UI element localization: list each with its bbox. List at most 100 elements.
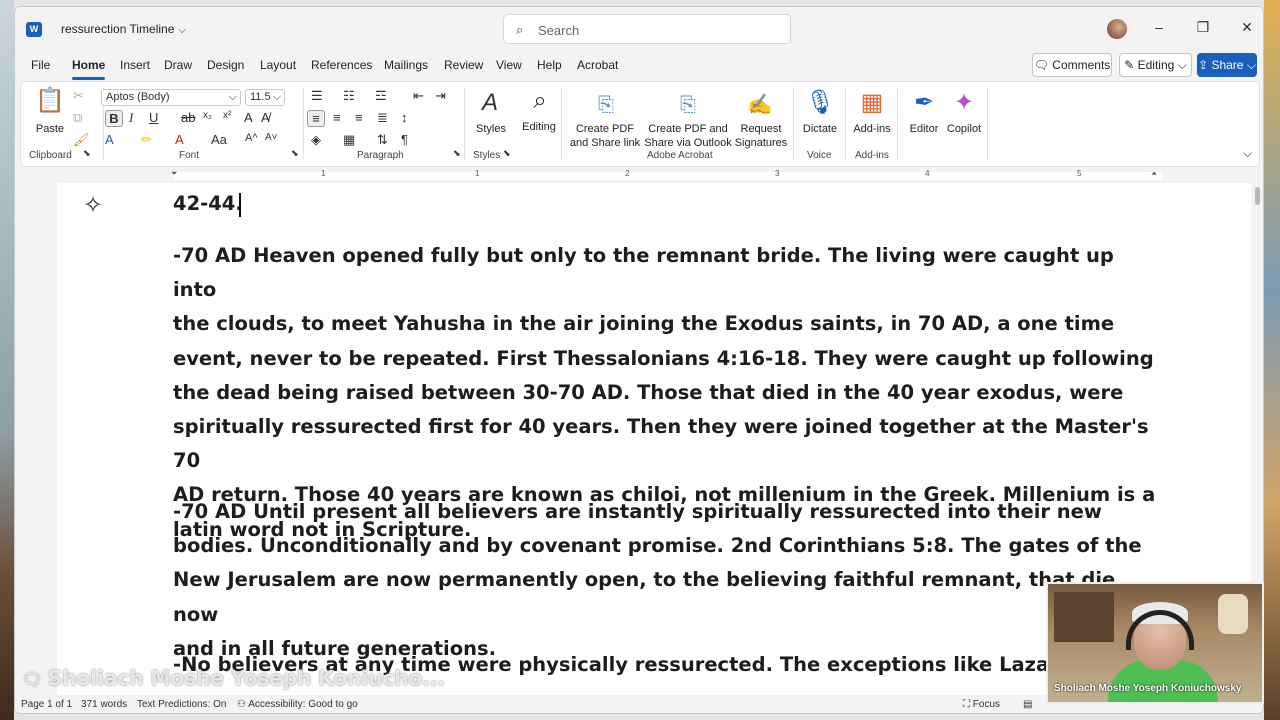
bold-icon[interactable]: B (105, 110, 123, 127)
font-size-select[interactable]: 11.5 ⌵ (245, 89, 285, 106)
sort-icon[interactable]: ⇅ (377, 132, 388, 148)
editing-button[interactable]: Editing (515, 120, 563, 134)
tab-insert[interactable]: Insert (120, 58, 150, 72)
decrease-indent-icon[interactable]: ⇤ (413, 88, 424, 104)
strikethrough-icon[interactable]: ab (181, 110, 195, 125)
create-pdf-outlook-button[interactable]: Create PDF and Share via Outlook (641, 122, 735, 150)
cut-icon[interactable]: ✂ (73, 88, 84, 104)
tab-design[interactable]: Design (207, 58, 244, 72)
designer-sparkle-icon[interactable]: ✧ (83, 191, 103, 220)
italic-icon[interactable]: I (129, 110, 133, 126)
tab-layout[interactable]: Layout (260, 58, 296, 72)
editor-button[interactable]: Editor (903, 122, 945, 136)
change-case-icon[interactable]: Aa (211, 132, 227, 147)
increase-indent-icon[interactable]: ⇥ (435, 88, 446, 104)
grow-font-icon[interactable]: A (244, 110, 253, 125)
addins-button[interactable]: Add-ins (849, 122, 895, 136)
read-mode-icon[interactable]: ▤ (1023, 699, 1032, 710)
restore-icon[interactable]: ❐ (1193, 19, 1213, 36)
superscript-icon[interactable]: x² (223, 110, 231, 121)
tab-references[interactable]: References (311, 58, 372, 72)
numbering-icon[interactable]: ☷ (343, 88, 355, 104)
addins-icon[interactable]: ▦ (857, 90, 887, 116)
styles-button[interactable]: Styles (471, 122, 511, 136)
copy-icon[interactable]: ⧉ (73, 110, 82, 126)
paragraph-launcher-icon[interactable]: ⬊ (453, 148, 461, 159)
editor-icon[interactable]: ✒ (909, 90, 939, 116)
horizontal-ruler[interactable]: ⏷ 1 1 2 3 4 5 ⏶ (15, 169, 1263, 183)
align-right-icon[interactable]: ≡ (355, 110, 363, 125)
minimize-icon[interactable]: – (1149, 19, 1169, 35)
bullets-icon[interactable]: ☰ (311, 88, 323, 104)
scrollbar-thumb[interactable] (1255, 187, 1260, 205)
multilevel-list-icon[interactable]: ☲ (375, 88, 387, 104)
comments-button[interactable]: 🗨 Comments (1032, 53, 1112, 77)
background-lamp (1218, 594, 1248, 634)
editing-mode-button[interactable]: ✎ Editing ⌵ (1119, 53, 1192, 77)
ruler-right-indent-marker[interactable]: ⏶ (1151, 169, 1157, 179)
word-app-icon[interactable]: W (26, 22, 42, 37)
share-button[interactable]: ⇪ Share ⌵ (1197, 53, 1257, 77)
font-name-select[interactable]: Aptos (Body) ⌵ (101, 89, 241, 106)
styles-launcher-icon[interactable]: ⬊ (503, 148, 511, 159)
grow-font-size-icon[interactable]: A^ (245, 132, 258, 144)
desktop-background-left (0, 0, 14, 720)
tab-file[interactable]: File (31, 58, 50, 72)
tab-draw[interactable]: Draw (164, 58, 192, 72)
underline-icon[interactable]: U (149, 110, 158, 125)
tab-review[interactable]: Review (444, 58, 483, 72)
tab-home[interactable]: Home (72, 58, 105, 72)
clear-formatting-icon[interactable]: A̸ (261, 110, 270, 125)
find-icon[interactable]: ⌕ (525, 88, 555, 114)
request-signatures-button[interactable]: Request Signatures (733, 122, 789, 150)
ribbon-collapse-icon[interactable]: ⌵ (1243, 146, 1252, 161)
title-bar: W ressurection Timeline ⌵ ⌕ Search – ❐ ✕ (15, 7, 1263, 51)
chevron-down-icon: ⌵ (228, 91, 237, 103)
borders-icon[interactable]: ▦ (343, 132, 355, 148)
dictate-button[interactable]: Dictate (797, 122, 843, 136)
align-center-icon[interactable]: ≡ (333, 110, 341, 125)
accessibility-label: Accessibility: Good to go (248, 699, 358, 710)
divider (897, 88, 898, 160)
paragraph-2[interactable]: -70 AD Until present all believers are i… (173, 495, 1163, 666)
create-pdf-share-link-button[interactable]: Create PDF and Share link (565, 122, 645, 150)
shrink-font-size-icon[interactable]: A˅ (265, 132, 278, 143)
accessibility-status[interactable]: ⚇ Accessibility: Good to go (237, 699, 358, 710)
microphone-icon[interactable]: 🎙 (805, 90, 835, 116)
ruler-indent-marker[interactable]: ⏷ (171, 169, 177, 179)
format-painter-icon[interactable]: 🖌 (73, 132, 90, 148)
show-formatting-icon[interactable]: ¶ (401, 132, 408, 147)
word-count[interactable]: 371 words (81, 699, 127, 710)
signature-icon[interactable]: ✍ (745, 92, 775, 118)
document-title[interactable]: ressurection Timeline ⌵ (61, 22, 186, 36)
font-color-icon[interactable]: A (175, 132, 184, 147)
copilot-icon[interactable]: ✦ (949, 90, 979, 116)
tab-view[interactable]: View (496, 58, 522, 72)
shading-icon[interactable]: ◈ (311, 132, 321, 148)
text-predictions[interactable]: Text Predictions: On (137, 699, 226, 710)
justify-icon[interactable]: ≣ (377, 110, 388, 126)
tab-mailings[interactable]: Mailings (384, 58, 428, 72)
clipboard-launcher-icon[interactable]: ⬊ (83, 148, 91, 159)
user-avatar[interactable] (1107, 19, 1127, 39)
clipboard-group-label: Clipboard (29, 150, 72, 161)
text-effects-icon[interactable]: A (105, 132, 114, 147)
align-left-icon[interactable]: ≡ (307, 110, 325, 127)
search-input[interactable]: ⌕ Search (503, 14, 791, 44)
document-line[interactable]: 42-44. (173, 187, 1163, 221)
focus-button[interactable]: ⛶ Focus (963, 699, 1000, 710)
styles-icon[interactable]: A (475, 90, 505, 116)
pdf-outlook-icon[interactable]: ⎘ (673, 92, 703, 118)
close-icon[interactable]: ✕ (1237, 19, 1257, 36)
page-count[interactable]: Page 1 of 1 (21, 699, 72, 710)
font-launcher-icon[interactable]: ⬊ (291, 148, 299, 159)
paste-button[interactable]: Paste (35, 122, 65, 136)
subscript-icon[interactable]: x₂ (203, 110, 212, 121)
create-pdf-icon[interactable]: ⎘ (591, 92, 621, 118)
copilot-button[interactable]: Copilot (943, 122, 985, 136)
paste-icon[interactable]: 📋 (35, 88, 65, 114)
tab-acrobat[interactable]: Acrobat (577, 58, 618, 72)
highlight-icon[interactable]: ✏ (141, 132, 152, 148)
tab-help[interactable]: Help (537, 58, 562, 72)
line-spacing-icon[interactable]: ↕ (401, 110, 408, 125)
